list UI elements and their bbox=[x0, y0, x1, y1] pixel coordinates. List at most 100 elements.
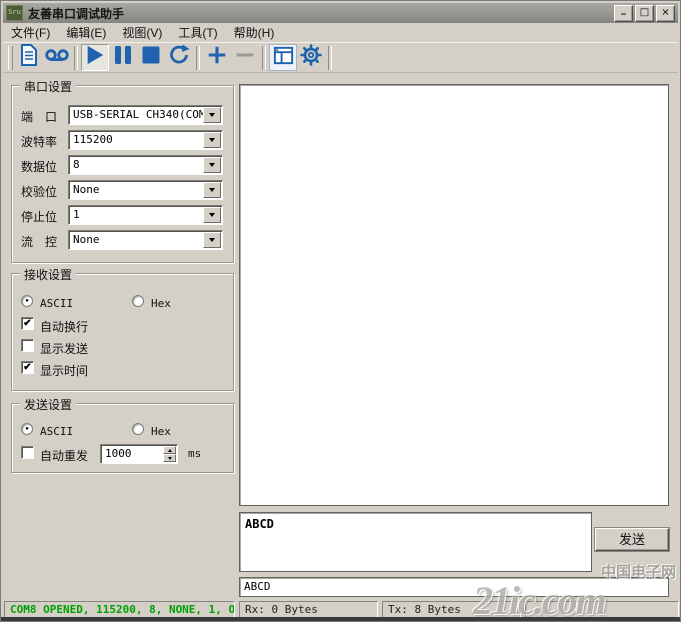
stopbits-row: 停止位 1 bbox=[12, 205, 233, 225]
auto-resend-label[interactable]: 自动重发 bbox=[40, 447, 88, 464]
record-button[interactable] bbox=[43, 44, 71, 71]
parity-select[interactable]: None bbox=[68, 180, 223, 200]
parity-row: 校验位 None bbox=[12, 180, 233, 200]
show-send-label[interactable]: 显示发送 bbox=[40, 340, 88, 357]
record-icon bbox=[44, 47, 70, 69]
stop-button[interactable] bbox=[137, 44, 165, 71]
new-file-button[interactable] bbox=[15, 44, 43, 71]
title-bar: Sru 友善串口调试助手 _ □ × bbox=[3, 3, 678, 23]
resend-interval-value: 1000 bbox=[105, 447, 132, 460]
app-icon: Sru bbox=[6, 5, 23, 21]
layout-panel-icon bbox=[272, 44, 295, 72]
flowcontrol-select[interactable]: None bbox=[68, 230, 223, 250]
flowcontrol-row: 流 控 None bbox=[12, 230, 233, 250]
settings-button[interactable] bbox=[297, 44, 325, 71]
menu-bar: 文件(F) 编辑(E) 视图(V) 工具(T) 帮助(H) bbox=[3, 23, 678, 42]
resend-interval-stepper[interactable]: 1000 bbox=[100, 444, 178, 464]
auto-linefeed-label[interactable]: 自动换行 bbox=[40, 318, 88, 335]
status-connection-text: COM8 OPENED, 115200, 8, NONE, 1, OFF bbox=[10, 603, 235, 616]
receive-settings-title: 接收设置 bbox=[20, 266, 77, 283]
stopbits-value: 1 bbox=[73, 208, 80, 221]
stop-icon bbox=[141, 45, 161, 70]
check-mark-icon: ✔ bbox=[23, 318, 32, 329]
spin-down-icon[interactable] bbox=[163, 454, 176, 462]
receive-hex-label[interactable]: Hex bbox=[151, 297, 171, 310]
status-connection: COM8 OPENED, 115200, 8, NONE, 1, OFF bbox=[4, 601, 235, 618]
play-button[interactable] bbox=[81, 44, 109, 71]
send-settings-title: 发送设置 bbox=[20, 396, 77, 413]
auto-linefeed-checkbox[interactable]: ✔ bbox=[21, 317, 34, 330]
quick-send-input[interactable]: ABCD bbox=[239, 577, 669, 597]
add-button[interactable] bbox=[203, 44, 231, 71]
stopbits-select[interactable]: 1 bbox=[68, 205, 223, 225]
remove-button bbox=[231, 44, 259, 71]
menu-edit[interactable]: 编辑(E) bbox=[58, 22, 114, 43]
receive-ascii-label[interactable]: ASCII bbox=[40, 297, 73, 310]
parity-label: 校验位 bbox=[21, 185, 58, 199]
send-ascii-radio[interactable]: ● bbox=[21, 423, 33, 435]
databits-label: 数据位 bbox=[21, 160, 58, 174]
refresh-button[interactable] bbox=[165, 44, 193, 71]
menu-view[interactable]: 视图(V) bbox=[114, 22, 170, 43]
send-ascii-label[interactable]: ASCII bbox=[40, 425, 73, 438]
window-title: 友善串口调试助手 bbox=[28, 6, 125, 21]
port-select[interactable]: USB-SERIAL CH340(COM8) bbox=[68, 105, 223, 125]
baudrate-row: 波特率 115200 bbox=[12, 130, 233, 150]
toolbar-grip bbox=[8, 45, 13, 70]
toolbar-separator bbox=[196, 45, 200, 70]
baudrate-select[interactable]: 115200 bbox=[68, 130, 223, 150]
status-extra bbox=[525, 601, 679, 618]
port-row: 端 口 USB-SERIAL CH340(COM8) bbox=[12, 105, 233, 125]
menu-help[interactable]: 帮助(H) bbox=[226, 22, 283, 43]
receive-settings-group: 接收设置 ● ASCII Hex ✔ 自动换行 显示发送 ✔ 显示时间 bbox=[11, 266, 234, 391]
databits-value: 8 bbox=[73, 158, 80, 171]
send-button[interactable]: 发送 bbox=[595, 528, 669, 551]
window-bottom-edge bbox=[1, 617, 680, 621]
dropdown-arrow-icon[interactable] bbox=[203, 207, 221, 223]
toolbar bbox=[3, 42, 678, 73]
dropdown-arrow-icon[interactable] bbox=[203, 182, 221, 198]
show-time-checkbox[interactable]: ✔ bbox=[21, 361, 34, 374]
menu-file[interactable]: 文件(F) bbox=[3, 22, 58, 43]
databits-row: 数据位 8 bbox=[12, 155, 233, 175]
serial-settings-group: 串口设置 端 口 USB-SERIAL CH340(COM8) 波特率 1152… bbox=[11, 78, 234, 263]
menu-tools[interactable]: 工具(T) bbox=[170, 22, 225, 43]
receive-ascii-radio[interactable]: ● bbox=[21, 295, 33, 307]
app-window: Sru 友善串口调试助手 _ □ × 文件(F) 编辑(E) 视图(V) 工具(… bbox=[0, 0, 681, 622]
minimize-button[interactable]: _ bbox=[614, 4, 633, 22]
dropdown-arrow-icon[interactable] bbox=[203, 107, 221, 123]
play-icon bbox=[84, 44, 106, 71]
send-textarea[interactable]: ABCD bbox=[239, 512, 592, 572]
show-send-checkbox[interactable] bbox=[21, 339, 34, 352]
settings-icon bbox=[299, 43, 323, 72]
send-settings-group: 发送设置 ● ASCII Hex 自动重发 1000 ms bbox=[11, 396, 234, 473]
dropdown-arrow-icon[interactable] bbox=[203, 132, 221, 148]
add-icon bbox=[206, 44, 228, 71]
dropdown-arrow-icon[interactable] bbox=[203, 157, 221, 173]
toolbar-separator bbox=[328, 45, 332, 70]
send-hex-label[interactable]: Hex bbox=[151, 425, 171, 438]
stopbits-label: 停止位 bbox=[21, 210, 58, 224]
dropdown-arrow-icon[interactable] bbox=[203, 232, 221, 248]
toolbar-separator bbox=[74, 45, 78, 70]
baudrate-value: 115200 bbox=[73, 133, 113, 146]
refresh-icon bbox=[167, 43, 191, 72]
flowcontrol-label: 流 控 bbox=[21, 235, 58, 249]
pause-button[interactable] bbox=[109, 44, 137, 71]
port-value: USB-SERIAL CH340(COM8) bbox=[73, 108, 204, 121]
spin-up-icon[interactable] bbox=[163, 446, 176, 454]
maximize-button[interactable]: □ bbox=[635, 4, 654, 22]
auto-resend-checkbox[interactable] bbox=[21, 446, 34, 459]
layout-panel-button[interactable] bbox=[269, 44, 297, 71]
databits-select[interactable]: 8 bbox=[68, 155, 223, 175]
flowcontrol-value: None bbox=[73, 233, 100, 246]
show-time-label[interactable]: 显示时间 bbox=[40, 362, 88, 379]
status-rx: Rx: 0 Bytes bbox=[239, 601, 378, 618]
serial-settings-title: 串口设置 bbox=[20, 78, 77, 95]
new-file-icon bbox=[18, 43, 40, 72]
close-button[interactable]: × bbox=[656, 4, 675, 22]
send-hex-radio[interactable] bbox=[132, 423, 144, 435]
receive-display[interactable] bbox=[239, 84, 669, 506]
receive-hex-radio[interactable] bbox=[132, 295, 144, 307]
parity-value: None bbox=[73, 183, 100, 196]
